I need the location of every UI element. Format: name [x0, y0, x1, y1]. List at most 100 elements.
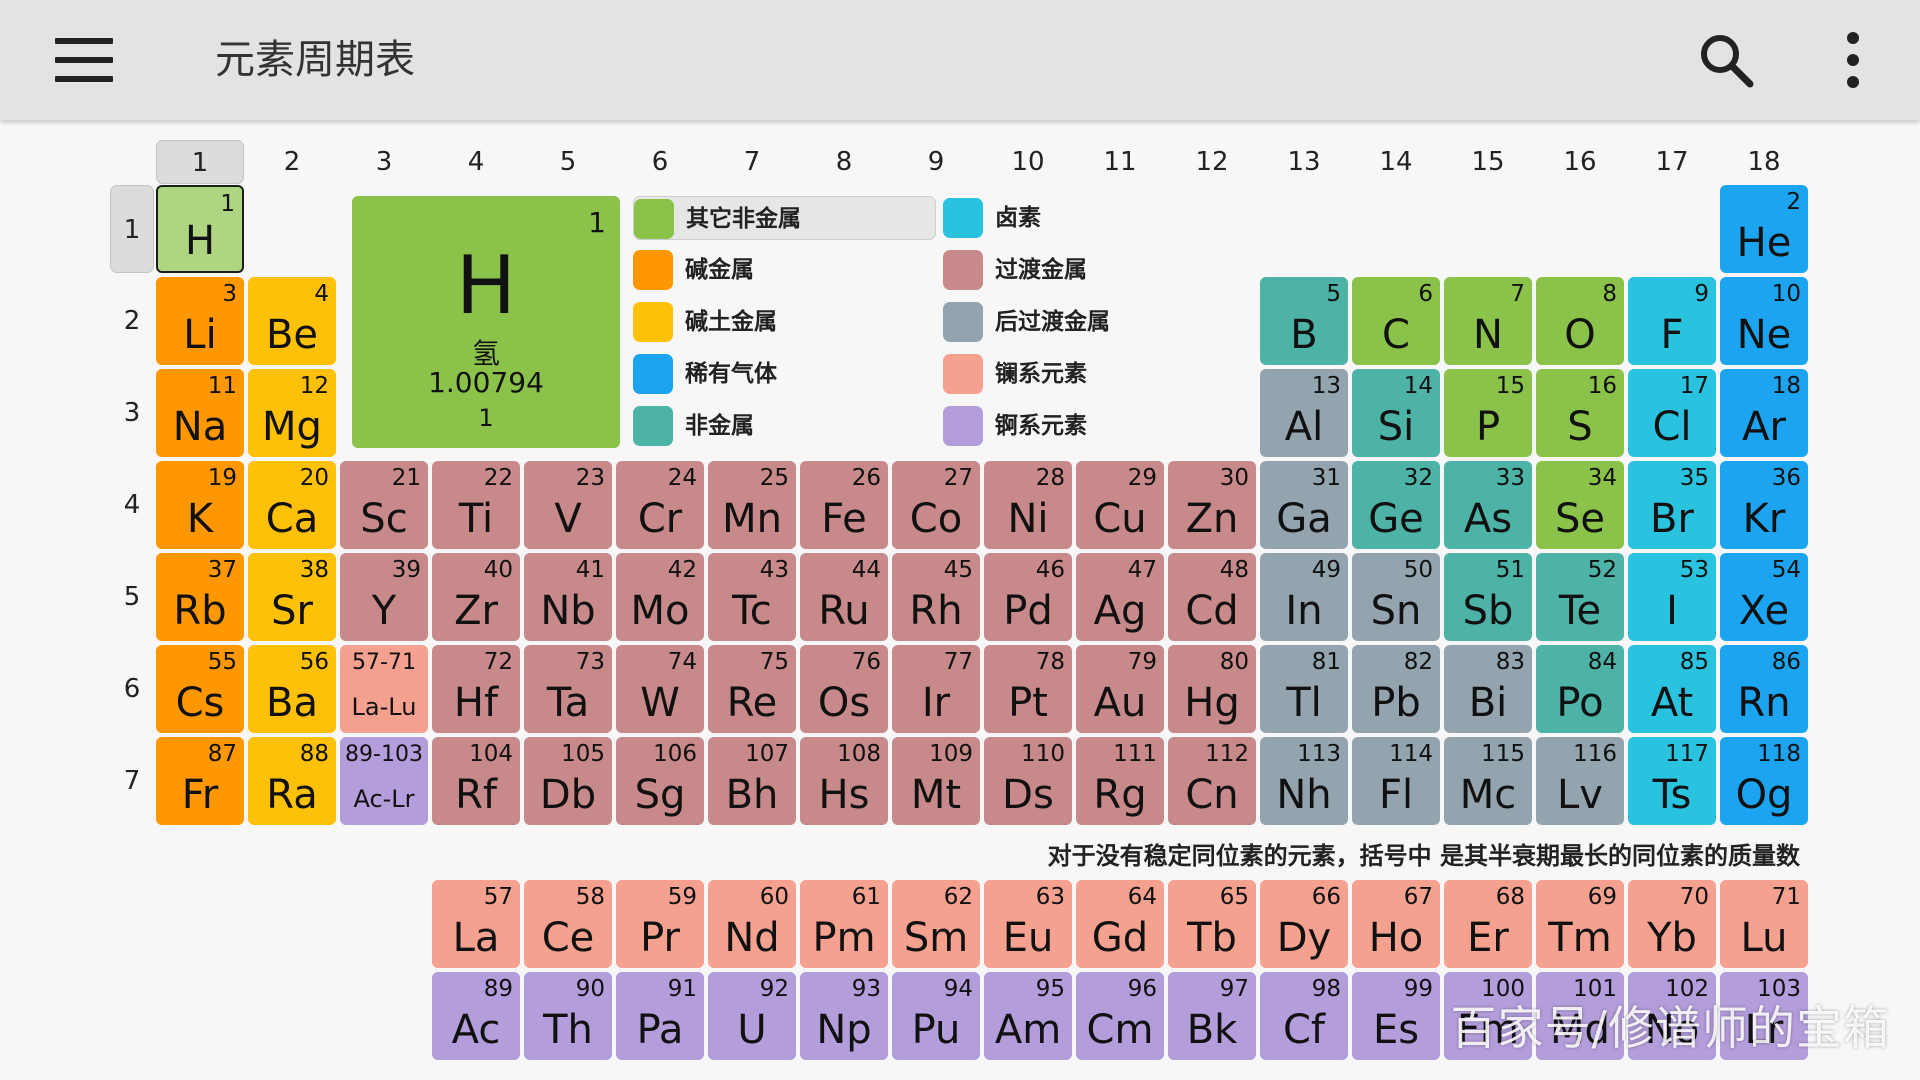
legend-item-alkali[interactable]: 碱金属	[633, 248, 936, 292]
element-cell-sg[interactable]: 106 Sg	[616, 737, 704, 825]
element-cell-pd[interactable]: 46 Pd	[984, 553, 1072, 641]
element-cell-ti[interactable]: 22 Ti	[432, 461, 520, 549]
element-cell-kr[interactable]: 36 Kr	[1720, 461, 1808, 549]
element-cell-u[interactable]: 92 U	[708, 972, 796, 1060]
element-cell-ta[interactable]: 73 Ta	[524, 645, 612, 733]
legend-item-lanthanide[interactable]: 镧系元素	[943, 352, 1183, 396]
element-cell-i[interactable]: 53 I	[1628, 553, 1716, 641]
period-number-5[interactable]: 5	[110, 553, 154, 641]
more-options-icon[interactable]	[1838, 32, 1868, 88]
element-cell-bh[interactable]: 107 Bh	[708, 737, 796, 825]
element-cell-fe[interactable]: 26 Fe	[800, 461, 888, 549]
element-cell-tm[interactable]: 69 Tm	[1536, 880, 1624, 968]
period-number-3[interactable]: 3	[110, 369, 154, 457]
element-cell-f[interactable]: 9F	[1628, 277, 1716, 365]
period-number-4[interactable]: 4	[110, 461, 154, 549]
element-cell-mt[interactable]: 109 Mt	[892, 737, 980, 825]
element-cell-in[interactable]: 49 In	[1260, 553, 1348, 641]
element-cell-h[interactable]: 1H	[156, 185, 244, 273]
element-cell-re[interactable]: 75 Re	[708, 645, 796, 733]
group-number-4[interactable]: 4	[432, 140, 520, 184]
element-cell-os[interactable]: 76 Os	[800, 645, 888, 733]
element-cell-ga[interactable]: 31 Ga	[1260, 461, 1348, 549]
element-cell-bk[interactable]: 97 Bk	[1168, 972, 1256, 1060]
element-cell-np[interactable]: 93 Np	[800, 972, 888, 1060]
element-cell-zr[interactable]: 40 Zr	[432, 553, 520, 641]
group-number-5[interactable]: 5	[524, 140, 612, 184]
element-cell-sc[interactable]: 21 Sc	[340, 461, 428, 549]
element-cell-ca[interactable]: 20 Ca	[248, 461, 336, 549]
element-cell-zn[interactable]: 30 Zn	[1168, 461, 1256, 549]
element-cell-ag[interactable]: 47 Ag	[1076, 553, 1164, 641]
group-number-13[interactable]: 13	[1260, 140, 1348, 184]
element-cell-ts[interactable]: 117 Ts	[1628, 737, 1716, 825]
legend-item-alkaline-earth[interactable]: 碱土金属	[633, 300, 936, 344]
element-cell-as[interactable]: 33 As	[1444, 461, 1532, 549]
element-cell-pa[interactable]: 91 Pa	[616, 972, 704, 1060]
element-cell-db[interactable]: 105 Db	[524, 737, 612, 825]
element-cell-w[interactable]: 74 W	[616, 645, 704, 733]
element-cell-te[interactable]: 52 Te	[1536, 553, 1624, 641]
element-cell-c[interactable]: 6C	[1352, 277, 1440, 365]
element-cell-rb[interactable]: 37 Rb	[156, 553, 244, 641]
element-cell-mc[interactable]: 115 Mc	[1444, 737, 1532, 825]
element-cell-au[interactable]: 79 Au	[1076, 645, 1164, 733]
element-cell-cf[interactable]: 98 Cf	[1260, 972, 1348, 1060]
element-cell-eu[interactable]: 63 Eu	[984, 880, 1072, 968]
legend-item-transition[interactable]: 过渡金属	[943, 248, 1183, 292]
element-cell-be[interactable]: 4 Be	[248, 277, 336, 365]
element-cell-hg[interactable]: 80 Hg	[1168, 645, 1256, 733]
element-cell-na[interactable]: 11 Na	[156, 369, 244, 457]
element-cell-ge[interactable]: 32 Ge	[1352, 461, 1440, 549]
element-cell-pu[interactable]: 94 Pu	[892, 972, 980, 1060]
element-cell-mn[interactable]: 25 Mn	[708, 461, 796, 549]
element-cell-v[interactable]: 23 V	[524, 461, 612, 549]
element-cell-ho[interactable]: 67 Ho	[1352, 880, 1440, 968]
element-cell-dy[interactable]: 66 Dy	[1260, 880, 1348, 968]
element-cell-ar[interactable]: 18 Ar	[1720, 369, 1808, 457]
element-cell-lu[interactable]: 71 Lu	[1720, 880, 1808, 968]
group-number-14[interactable]: 14	[1352, 140, 1440, 184]
group-number-8[interactable]: 8	[800, 140, 888, 184]
element-cell-ru[interactable]: 44 Ru	[800, 553, 888, 641]
group-number-17[interactable]: 17	[1628, 140, 1716, 184]
element-cell-rn[interactable]: 86 Rn	[1720, 645, 1808, 733]
group-number-9[interactable]: 9	[892, 140, 980, 184]
range-cell-actinide[interactable]: 89-103 Ac-Lr	[340, 737, 428, 825]
element-cell-hf[interactable]: 72 Hf	[432, 645, 520, 733]
element-cell-rf[interactable]: 104 Rf	[432, 737, 520, 825]
element-cell-og[interactable]: 118 Og	[1720, 737, 1808, 825]
element-cell-fr[interactable]: 87 Fr	[156, 737, 244, 825]
element-cell-he[interactable]: 2 He	[1720, 185, 1808, 273]
element-cell-ds[interactable]: 110 Ds	[984, 737, 1072, 825]
group-number-6[interactable]: 6	[616, 140, 704, 184]
search-icon[interactable]	[1696, 30, 1756, 90]
element-cell-xe[interactable]: 54 Xe	[1720, 553, 1808, 641]
group-number-18[interactable]: 18	[1720, 140, 1808, 184]
element-cell-li[interactable]: 3 Li	[156, 277, 244, 365]
element-cell-sm[interactable]: 62 Sm	[892, 880, 980, 968]
element-cell-ac[interactable]: 89 Ac	[432, 972, 520, 1060]
group-number-3[interactable]: 3	[340, 140, 428, 184]
element-cell-bi[interactable]: 83 Bi	[1444, 645, 1532, 733]
element-cell-b[interactable]: 5B	[1260, 277, 1348, 365]
element-cell-cs[interactable]: 55 Cs	[156, 645, 244, 733]
element-cell-la[interactable]: 57 La	[432, 880, 520, 968]
group-number-2[interactable]: 2	[248, 140, 336, 184]
range-cell-lanthanide[interactable]: 57-71 La-Lu	[340, 645, 428, 733]
group-number-10[interactable]: 10	[984, 140, 1072, 184]
element-cell-gd[interactable]: 64 Gd	[1076, 880, 1164, 968]
element-cell-rg[interactable]: 111 Rg	[1076, 737, 1164, 825]
element-cell-at[interactable]: 85 At	[1628, 645, 1716, 733]
period-number-7[interactable]: 7	[110, 737, 154, 825]
element-cell-es[interactable]: 99 Es	[1352, 972, 1440, 1060]
element-cell-n[interactable]: 7N	[1444, 277, 1532, 365]
legend-item-post-transition[interactable]: 后过渡金属	[943, 300, 1183, 344]
group-number-16[interactable]: 16	[1536, 140, 1624, 184]
element-cell-fl[interactable]: 114 Fl	[1352, 737, 1440, 825]
element-cell-pb[interactable]: 82 Pb	[1352, 645, 1440, 733]
group-number-7[interactable]: 7	[708, 140, 796, 184]
element-cell-br[interactable]: 35 Br	[1628, 461, 1716, 549]
element-cell-ra[interactable]: 88 Ra	[248, 737, 336, 825]
element-cell-er[interactable]: 68 Er	[1444, 880, 1532, 968]
